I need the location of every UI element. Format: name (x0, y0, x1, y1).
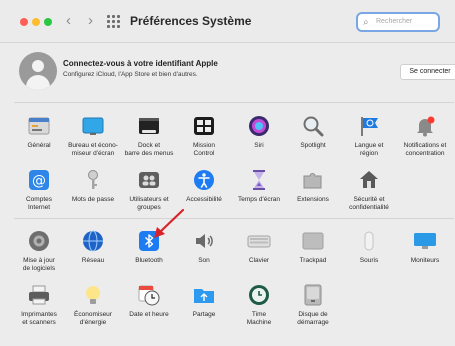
window-title: Préférences Système (130, 14, 252, 28)
gear-icon (27, 229, 51, 253)
apple-id-subtitle: Configurez iCloud, l'App Store et bien d… (63, 71, 198, 78)
globe-icon (81, 229, 105, 253)
general-icon (27, 114, 51, 138)
pref-label: Bluetooth (135, 257, 163, 264)
dock-icon (137, 114, 161, 138)
search-placeholder: Rechercher (376, 18, 413, 25)
accessibility-icon (192, 168, 216, 192)
avatar-icon[interactable] (19, 52, 57, 90)
siri-icon (247, 114, 271, 138)
mouse-icon (357, 229, 381, 253)
pref-label: Siri (254, 142, 264, 149)
pref-label: Date et heure (129, 311, 169, 318)
pref-label: Souris (359, 257, 379, 264)
bulb-icon (81, 283, 105, 307)
zoom-button[interactable] (44, 18, 52, 26)
magnifier-icon: ⌕ (363, 17, 369, 28)
desktop-icon (81, 114, 105, 138)
title-bar: ‹ › Préférences Système ⌕ Rechercher (0, 0, 455, 43)
time-machine-icon (247, 283, 271, 307)
apple-id-banner: Connectez-vous à votre identifiant Apple… (14, 44, 455, 102)
pref-label: Time Machine (246, 311, 272, 326)
puzzle-icon (301, 168, 325, 192)
pref-label: Moniteurs (410, 257, 440, 264)
search-field[interactable]: ⌕ Rechercher (356, 12, 440, 32)
house-icon (357, 168, 381, 192)
pref-label: Général (27, 142, 51, 149)
forward-button[interactable]: › (88, 12, 93, 30)
pref-label: Bureau et écono- miseur d'écran (68, 142, 118, 157)
back-button[interactable]: ‹ (66, 12, 71, 30)
hourglass-icon (247, 168, 271, 192)
pref-label: Sécurité et confidentialité (349, 196, 389, 211)
pref-label: Langue et région (354, 142, 384, 157)
annotation-arrow (154, 208, 185, 238)
pref-label: Imprimantes et scanners (21, 311, 57, 326)
apple-id-title: Connectez-vous à votre identifiant Apple (63, 59, 218, 68)
pref-label: Mission Control (192, 142, 216, 157)
flag-icon (357, 114, 381, 138)
pref-label: Dock et barre des menus (124, 142, 174, 157)
speaker-icon (192, 229, 216, 253)
pref-label: Temps d'écran (237, 196, 281, 203)
pref-label: Mots de passe (71, 196, 115, 203)
bell-icon (413, 114, 437, 138)
pref-label: Trackpad (299, 257, 327, 264)
trackpad-icon (301, 229, 325, 253)
pref-label: Disque de démarrage (297, 311, 329, 326)
pref-label: Réseau (81, 257, 105, 264)
pref-label: Accessibilité (186, 196, 222, 203)
minimize-button[interactable] (32, 18, 40, 26)
divider (14, 218, 454, 219)
users-icon (137, 168, 161, 192)
pref-label: Comptes Internet (25, 196, 52, 211)
pref-label: Son (198, 257, 210, 264)
spotlight-icon (301, 114, 325, 138)
at-icon: @ (27, 168, 51, 192)
pref-label: Clavier (248, 257, 270, 264)
pref-label: Mise à jour de logiciels (22, 257, 56, 272)
mission-control-icon (192, 114, 216, 138)
svg-text:@: @ (32, 173, 46, 189)
pref-label: Extensions (297, 196, 329, 203)
pref-label: Partage (192, 311, 216, 318)
keyboard-icon (247, 229, 271, 253)
calendar-clock-icon (137, 283, 161, 307)
disk-icon (301, 283, 325, 307)
divider (14, 102, 454, 103)
printer-icon (27, 283, 51, 307)
folder-icon (192, 283, 216, 307)
system-preferences-window: ‹ › Préférences Système ⌕ Rechercher Con… (0, 0, 455, 346)
key-icon (81, 168, 105, 192)
pref-label: Notifications et concentration (403, 142, 447, 157)
display-icon (413, 229, 437, 253)
pref-label: Spotlight (300, 142, 326, 149)
close-button[interactable] (20, 18, 28, 26)
pref-label: Économiseur d'énergie (74, 311, 112, 326)
sign-in-button[interactable]: Se connecter (400, 64, 455, 80)
show-all-grid-icon[interactable] (107, 15, 120, 28)
